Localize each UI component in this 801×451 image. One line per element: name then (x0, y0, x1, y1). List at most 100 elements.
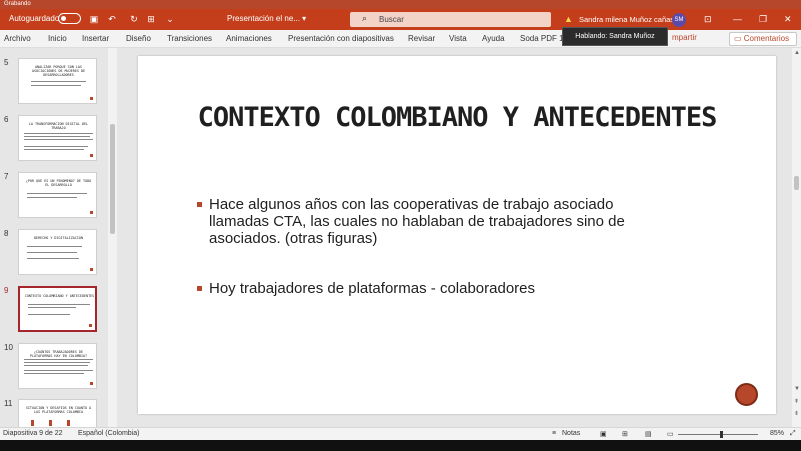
previous-slide-icon[interactable]: ⇞ (794, 398, 799, 405)
menu-vista[interactable]: Vista (449, 34, 467, 43)
thumb-line (31, 81, 86, 82)
slide-thumbnail[interactable]: ¿CUÁNTOS TRABAJADORES DE PLATAFORMAS HAY… (18, 343, 97, 389)
thumb-line (24, 373, 84, 374)
thumb-title: ¿POR QUÉ ES UN FENÓMENO? DE TODO EL DESA… (25, 179, 92, 187)
menu-inicio[interactable]: Inicio (48, 34, 67, 43)
status-bar: Diapositiva 9 de 22 Español (Colombia) ≡… (0, 427, 801, 440)
thumb-title: SITUACIÓN Y DESAFÍOS EN CUANTO A LAS PLA… (25, 406, 92, 414)
thumb-number: 6 (4, 115, 9, 124)
thumb-line (24, 146, 88, 147)
scrollbar-thumb[interactable] (110, 124, 115, 234)
thumb-bar (67, 420, 70, 426)
menu-presentacion[interactable]: Presentación con diapositivas (288, 34, 394, 43)
avatar[interactable]: SM (672, 13, 686, 27)
reading-view-icon[interactable]: ▤ (645, 430, 652, 438)
menu-ayuda[interactable]: Ayuda (482, 34, 505, 43)
user-name[interactable]: Sandra milena Muñoz cañas (579, 15, 674, 24)
thumb-logo (90, 154, 93, 157)
zoom-slider[interactable] (678, 434, 758, 435)
normal-view-icon[interactable]: ▣ (600, 430, 607, 438)
comments-button[interactable]: ▭ Comentarios (729, 32, 797, 46)
thumb-line (24, 139, 93, 140)
menu-animaciones[interactable]: Animaciones (226, 34, 272, 43)
thumb-number: 9 (4, 286, 9, 295)
slide-canvas[interactable]: CONTEXTO COLOMBIANO Y ANTECEDENTES Hace … (138, 56, 776, 414)
thumb-line (28, 307, 76, 308)
bullet-text: Hace algunos años con las cooperativas d… (209, 196, 625, 247)
thumb-number: 7 (4, 172, 9, 181)
menu-archivo[interactable]: Archivo (4, 34, 31, 43)
thumb-line (24, 365, 88, 366)
thumb-title: LA TRANSFORMACIÓN DIGITAL DEL TRABAJO (28, 122, 89, 130)
toggle-knob (61, 16, 66, 21)
comment-icon: ▭ (734, 34, 744, 43)
bullet-item[interactable]: Hoy trabajadores de plataformas - colabo… (197, 280, 667, 297)
maximize-icon[interactable]: ❐ (759, 14, 767, 25)
thumb-line (28, 314, 70, 315)
thumb-line (24, 370, 93, 371)
close-icon[interactable]: ✕ (784, 14, 792, 25)
save-icon[interactable]: ▣ (88, 13, 100, 25)
language[interactable]: Español (Colombia) (78, 430, 139, 437)
menu-soda-pdf[interactable]: Soda PDF 1 (520, 34, 564, 43)
menu-transiciones[interactable]: Transiciones (167, 34, 212, 43)
customize-toolbar-icon[interactable]: ⌄ (164, 13, 176, 25)
taskbar (0, 440, 801, 451)
thumb-logo (90, 97, 93, 100)
bullet-item[interactable]: Hace algunos años con las cooperativas d… (197, 196, 667, 247)
recording-strip: Grabando (0, 0, 801, 9)
scroll-down-icon[interactable]: ▼ (794, 386, 800, 392)
thumb-number: 11 (4, 399, 13, 408)
recording-label: Grabando (4, 1, 31, 7)
slide-thumbnail[interactable]: ¿POR QUÉ ES UN FENÓMENO? DE TODO EL DESA… (18, 172, 97, 218)
menu-revisar[interactable]: Revisar (408, 34, 435, 43)
menu-diseno[interactable]: Diseño (126, 34, 151, 43)
slide-sorter-icon[interactable]: ⊞ (622, 430, 628, 438)
minimize-icon[interactable]: — (733, 14, 742, 24)
search-box[interactable]: ⌕ Buscar (350, 12, 551, 27)
autosave-label: Autoguardado (9, 14, 60, 23)
search-placeholder: Buscar (379, 15, 404, 24)
scroll-up-icon[interactable]: ▲ (794, 50, 800, 56)
slide-thumbnail[interactable]: LA TRANSFORMACIÓN DIGITAL DEL TRABAJO (18, 115, 97, 161)
present-icon[interactable]: ⊞ (145, 13, 157, 25)
slide-thumbnail-active[interactable]: CONTEXTO COLOMBIANO Y ANTECEDENTES (18, 286, 97, 332)
title-bar: Autoguardado ▣ ↶ ↻ ⊞ ⌄ Presentación el n… (0, 9, 801, 30)
warning-icon[interactable]: ▲ (564, 14, 573, 24)
slide-scrollbar[interactable]: ▲ ▼ ⇞ ⇟ (792, 48, 801, 427)
slide-thumbnail[interactable]: DERECHO Y DIGITALIZACIÓN (18, 229, 97, 275)
bullet-marker (197, 202, 202, 207)
redo-icon[interactable]: ↻ (128, 13, 140, 25)
slide-title[interactable]: CONTEXTO COLOMBIANO Y ANTECEDENTES (138, 102, 776, 133)
notes-icon[interactable]: ≡ (552, 430, 556, 437)
bullet-marker (197, 286, 202, 291)
thumb-line (24, 359, 93, 360)
undo-icon[interactable]: ↶ (106, 13, 118, 25)
autosave-toggle[interactable] (58, 13, 81, 24)
speaking-tooltip: Hablando: Sandra Muñoz (562, 27, 668, 46)
thumb-number: 10 (4, 343, 13, 352)
next-slide-icon[interactable]: ⇟ (794, 410, 799, 417)
fit-slide-icon[interactable]: ⤢ (790, 430, 796, 438)
zoom-slider-handle[interactable] (720, 431, 723, 438)
document-title[interactable]: Presentación el ne... ▾ (227, 14, 306, 23)
menu-insertar[interactable]: Insertar (82, 34, 109, 43)
zoom-level[interactable]: 85% (770, 430, 784, 437)
slide-thumbnail[interactable]: SITUACIÓN Y DESAFÍOS EN CUANTO A LAS PLA… (18, 399, 97, 427)
slideshow-icon[interactable]: ▭ (667, 430, 674, 438)
thumb-number: 5 (4, 58, 9, 67)
thumbnail-scrollbar[interactable] (108, 48, 117, 427)
share-button[interactable]: mpartir (672, 33, 697, 42)
slide-thumbnail[interactable]: ANALIZAR PORQUE SON LAS ASOCIACIONES DE … (18, 58, 97, 104)
thumb-line (27, 258, 79, 259)
thumb-line (27, 197, 77, 198)
slide-thumbnail-pane[interactable]: 5 ANALIZAR PORQUE SON LAS ASOCIACIONES D… (0, 48, 107, 427)
thumb-logo (90, 211, 93, 214)
thumb-title: ANALIZAR PORQUE SON LAS ASOCIACIONES DE … (31, 65, 86, 77)
thumb-title: DERECHO Y DIGITALIZACIÓN (34, 236, 83, 240)
thumb-title: ¿CUÁNTOS TRABAJADORES DE PLATAFORMAS HAY… (29, 350, 88, 358)
thumb-logo (89, 324, 92, 327)
scrollbar-thumb[interactable] (794, 176, 799, 190)
notes-button[interactable]: Notas (562, 430, 580, 437)
ribbon-display-icon[interactable]: ⊡ (704, 14, 712, 25)
